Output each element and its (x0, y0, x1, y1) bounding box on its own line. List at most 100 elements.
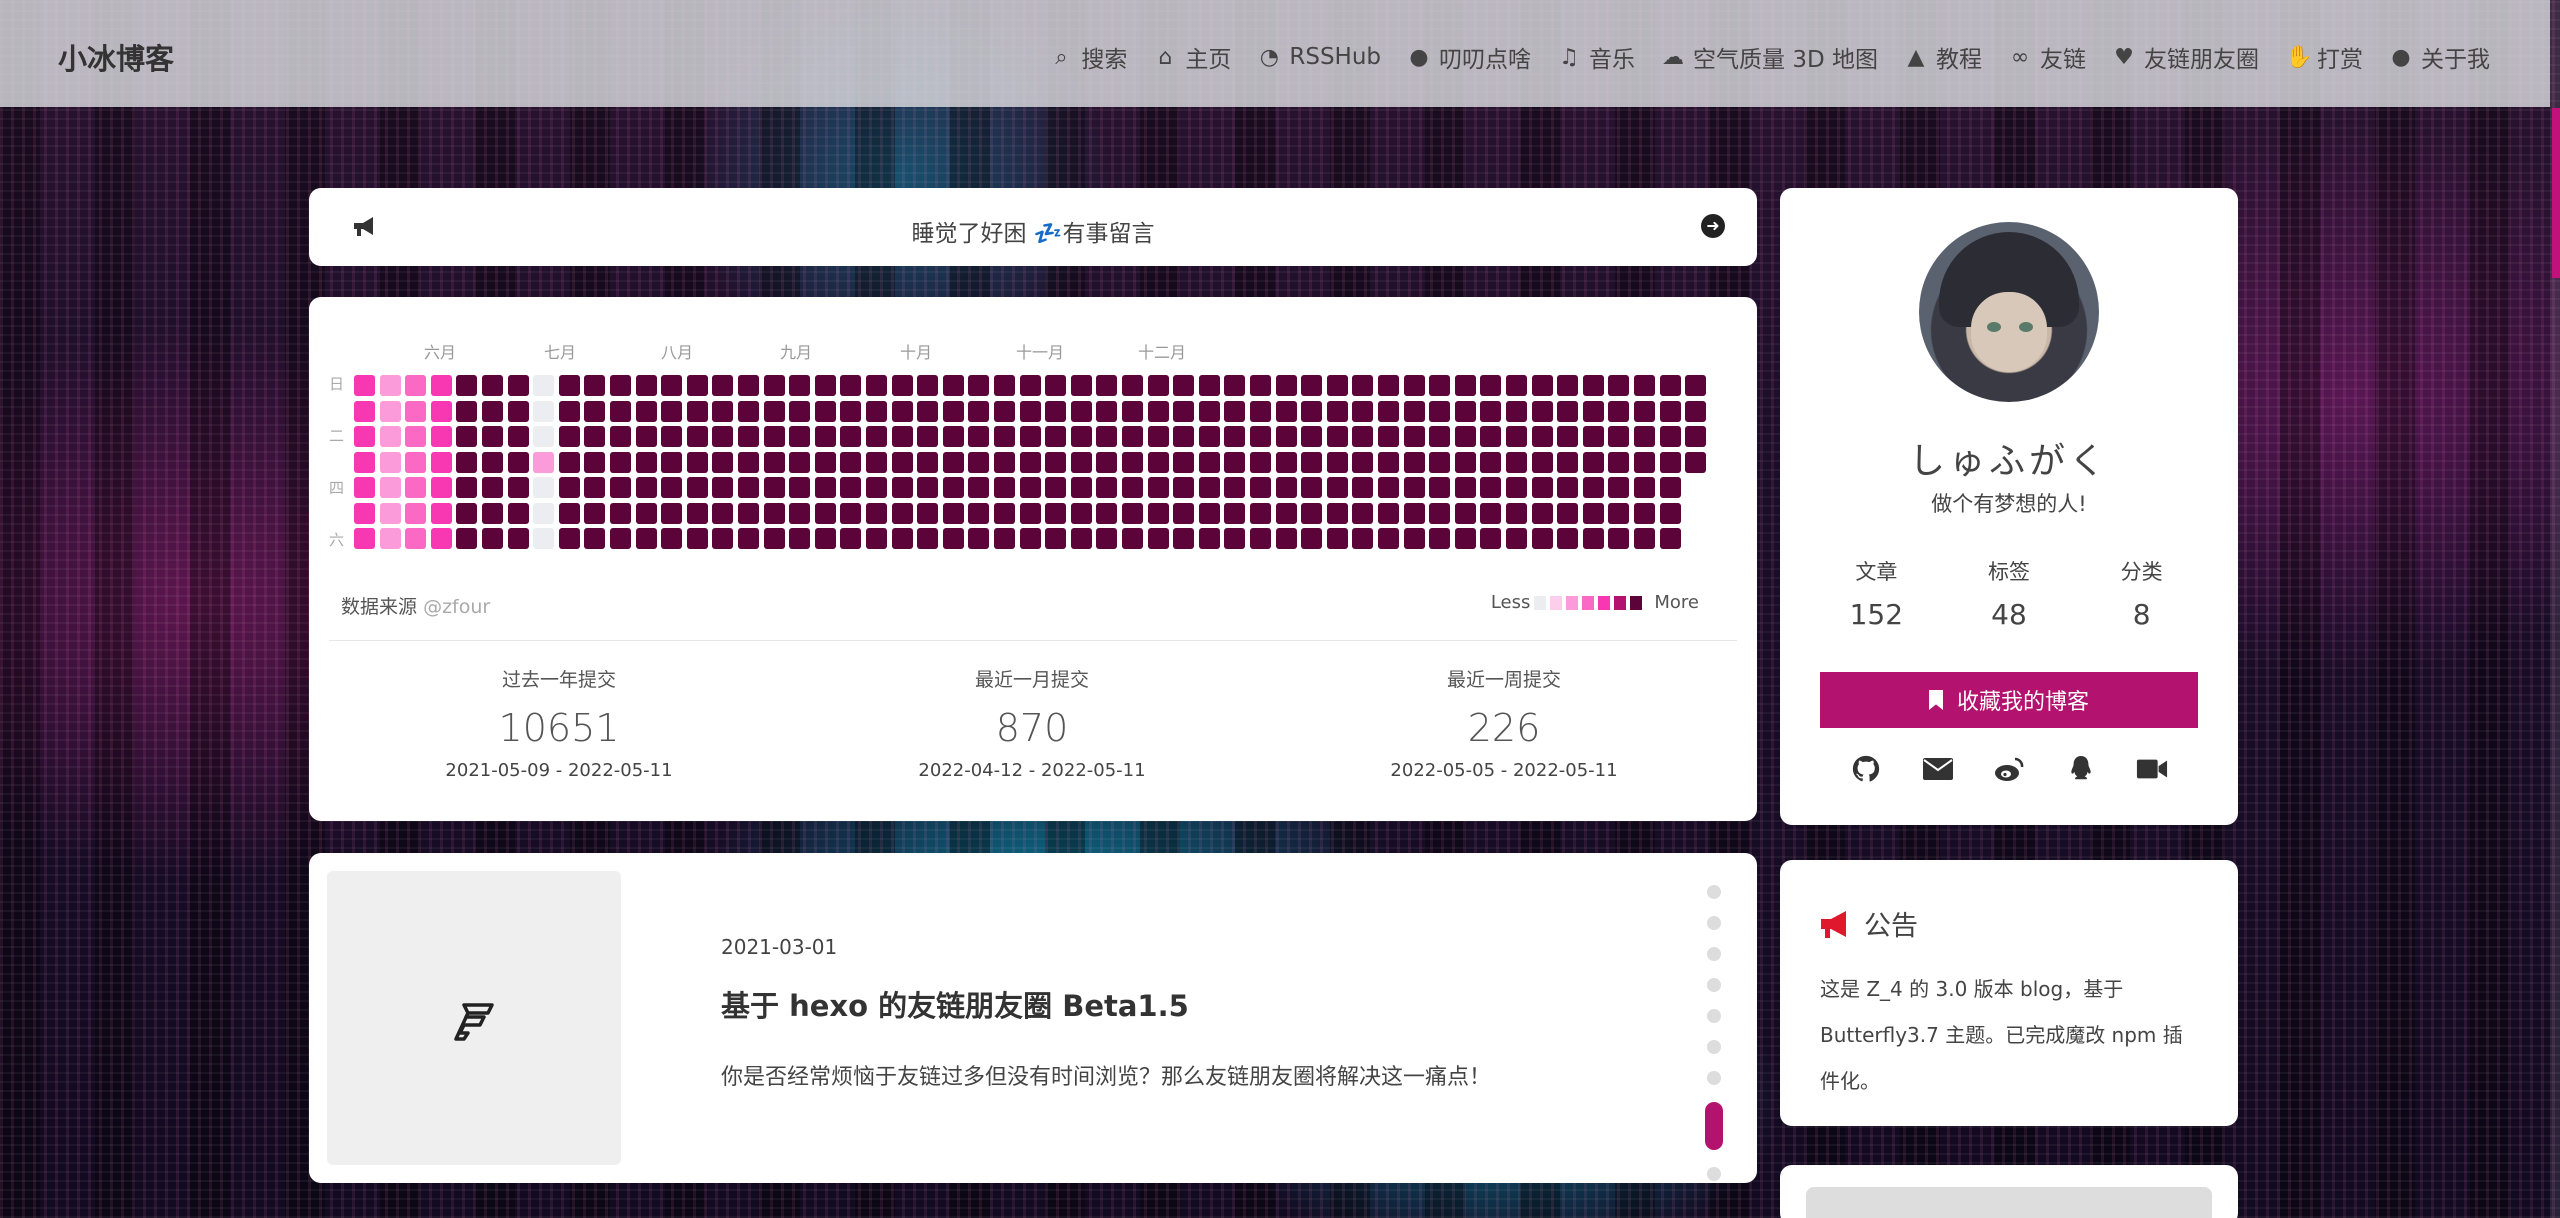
heatmap-cell[interactable] (1096, 375, 1118, 396)
heatmap-cell[interactable] (789, 477, 811, 498)
heatmap-cell[interactable] (405, 477, 427, 498)
heatmap-cell[interactable] (1352, 426, 1374, 447)
heatmap-cell[interactable] (1557, 502, 1579, 524)
heatmap-cell[interactable] (456, 502, 478, 524)
heatmap-cell[interactable] (1582, 426, 1604, 447)
heatmap-cell[interactable] (1506, 502, 1527, 524)
heatmap-cell[interactable] (507, 528, 529, 549)
heatmap-cell[interactable] (1557, 400, 1579, 422)
nav-item-1[interactable]: ⌂ 主页 (1153, 40, 1231, 74)
heatmap-cell[interactable] (661, 375, 683, 396)
heatmap-cell[interactable] (763, 451, 785, 473)
heatmap-cell[interactable] (1582, 451, 1604, 473)
mail-icon[interactable] (1922, 753, 1954, 785)
heatmap-cell[interactable] (379, 400, 401, 422)
heatmap-cell[interactable] (738, 477, 759, 498)
heatmap-cell[interactable] (1045, 502, 1067, 524)
heatmap-cell[interactable] (1122, 502, 1143, 524)
heatmap-cell[interactable] (430, 528, 452, 549)
heatmap-cell[interactable] (1454, 528, 1476, 549)
heatmap-cell[interactable] (1019, 400, 1041, 422)
heatmap-cell[interactable] (1070, 375, 1092, 396)
heatmap-cell[interactable] (1429, 451, 1451, 473)
heatmap-cell[interactable] (1045, 400, 1067, 422)
heatmap-cell[interactable] (1275, 375, 1297, 396)
heatmap-cell[interactable] (1634, 426, 1655, 447)
nav-item-3[interactable]: ● 叨叨点啥 (1407, 40, 1531, 74)
heatmap-cell[interactable] (942, 502, 964, 524)
heatmap-cell[interactable] (968, 451, 990, 473)
heatmap-cell[interactable] (1506, 451, 1527, 473)
heatmap-cell[interactable] (738, 400, 759, 422)
heatmap-cell[interactable] (1685, 451, 1707, 473)
heatmap-cell[interactable] (994, 400, 1015, 422)
heatmap-cell[interactable] (584, 375, 606, 396)
heatmap-cell[interactable] (942, 426, 964, 447)
heatmap-cell[interactable] (661, 502, 683, 524)
heatmap-cell[interactable] (661, 451, 683, 473)
heatmap-cell[interactable] (1378, 451, 1399, 473)
heatmap-cell[interactable] (1250, 426, 1271, 447)
heatmap-cell[interactable] (1096, 426, 1118, 447)
heatmap-cell[interactable] (1250, 400, 1271, 422)
heatmap-cell[interactable] (456, 528, 478, 549)
heatmap-cell[interactable] (1352, 477, 1374, 498)
heatmap-cell[interactable] (712, 451, 734, 473)
heatmap-cell[interactable] (1454, 477, 1476, 498)
carousel-dot-active[interactable] (1705, 1102, 1723, 1150)
heatmap-cell[interactable] (866, 375, 887, 396)
carousel-dot[interactable] (1707, 947, 1721, 961)
heatmap-cell[interactable] (584, 502, 606, 524)
heatmap-cell[interactable] (1582, 477, 1604, 498)
heatmap-cell[interactable] (507, 451, 529, 473)
heatmap-cell[interactable] (1454, 502, 1476, 524)
heatmap-cell[interactable] (1659, 426, 1681, 447)
heatmap-cell[interactable] (1301, 400, 1323, 422)
heatmap-cell[interactable] (379, 451, 401, 473)
heatmap-cell[interactable] (1429, 502, 1451, 524)
heatmap-cell[interactable] (763, 400, 785, 422)
heatmap-cell[interactable] (814, 502, 836, 524)
heatmap-cell[interactable] (354, 375, 375, 396)
heatmap-cell[interactable] (942, 477, 964, 498)
heatmap-cell[interactable] (430, 502, 452, 524)
heatmap-cell[interactable] (1352, 400, 1374, 422)
site-brand[interactable]: 小冰博客 (58, 36, 174, 78)
heatmap-cell[interactable] (1429, 400, 1451, 422)
heatmap-cell[interactable] (994, 477, 1015, 498)
heatmap-cell[interactable] (610, 426, 631, 447)
heatmap-cell[interactable] (1531, 426, 1553, 447)
nav-item-6[interactable]: ▲ 教程 (1904, 40, 1982, 74)
heatmap-cell[interactable] (635, 451, 657, 473)
heatmap-cell[interactable] (1634, 400, 1655, 422)
heatmap-cell[interactable] (994, 375, 1015, 396)
heatmap-cell[interactable] (1634, 451, 1655, 473)
heatmap-cell[interactable] (1224, 400, 1246, 422)
heatmap-cell[interactable] (968, 528, 990, 549)
heatmap-cell[interactable] (1608, 426, 1630, 447)
heatmap-cell[interactable] (1582, 502, 1604, 524)
heatmap-cell[interactable] (1275, 400, 1297, 422)
heatmap-cell[interactable] (533, 477, 555, 498)
heatmap-cell[interactable] (584, 451, 606, 473)
heatmap-cell[interactable] (1301, 426, 1323, 447)
heatmap-cell[interactable] (1608, 477, 1630, 498)
heatmap-cell[interactable] (1326, 400, 1348, 422)
heatmap-cell[interactable] (1301, 375, 1323, 396)
heatmap-cell[interactable] (558, 426, 580, 447)
heatmap-cell[interactable] (994, 426, 1015, 447)
heatmap-cell[interactable] (1634, 528, 1655, 549)
heatmap-cell[interactable] (1173, 451, 1195, 473)
heatmap-cell[interactable] (584, 477, 606, 498)
heatmap-cell[interactable] (1019, 502, 1041, 524)
heatmap-cell[interactable] (840, 451, 862, 473)
heatmap-cell[interactable] (1070, 400, 1092, 422)
heatmap-cell[interactable] (584, 400, 606, 422)
heatmap-cell[interactable] (994, 502, 1015, 524)
heatmap-cell[interactable] (1122, 375, 1143, 396)
heatmap-cell[interactable] (558, 528, 580, 549)
heatmap-cell[interactable] (379, 528, 401, 549)
heatmap-cell[interactable] (482, 528, 503, 549)
heatmap-cell[interactable] (1224, 502, 1246, 524)
heatmap-cell[interactable] (558, 502, 580, 524)
